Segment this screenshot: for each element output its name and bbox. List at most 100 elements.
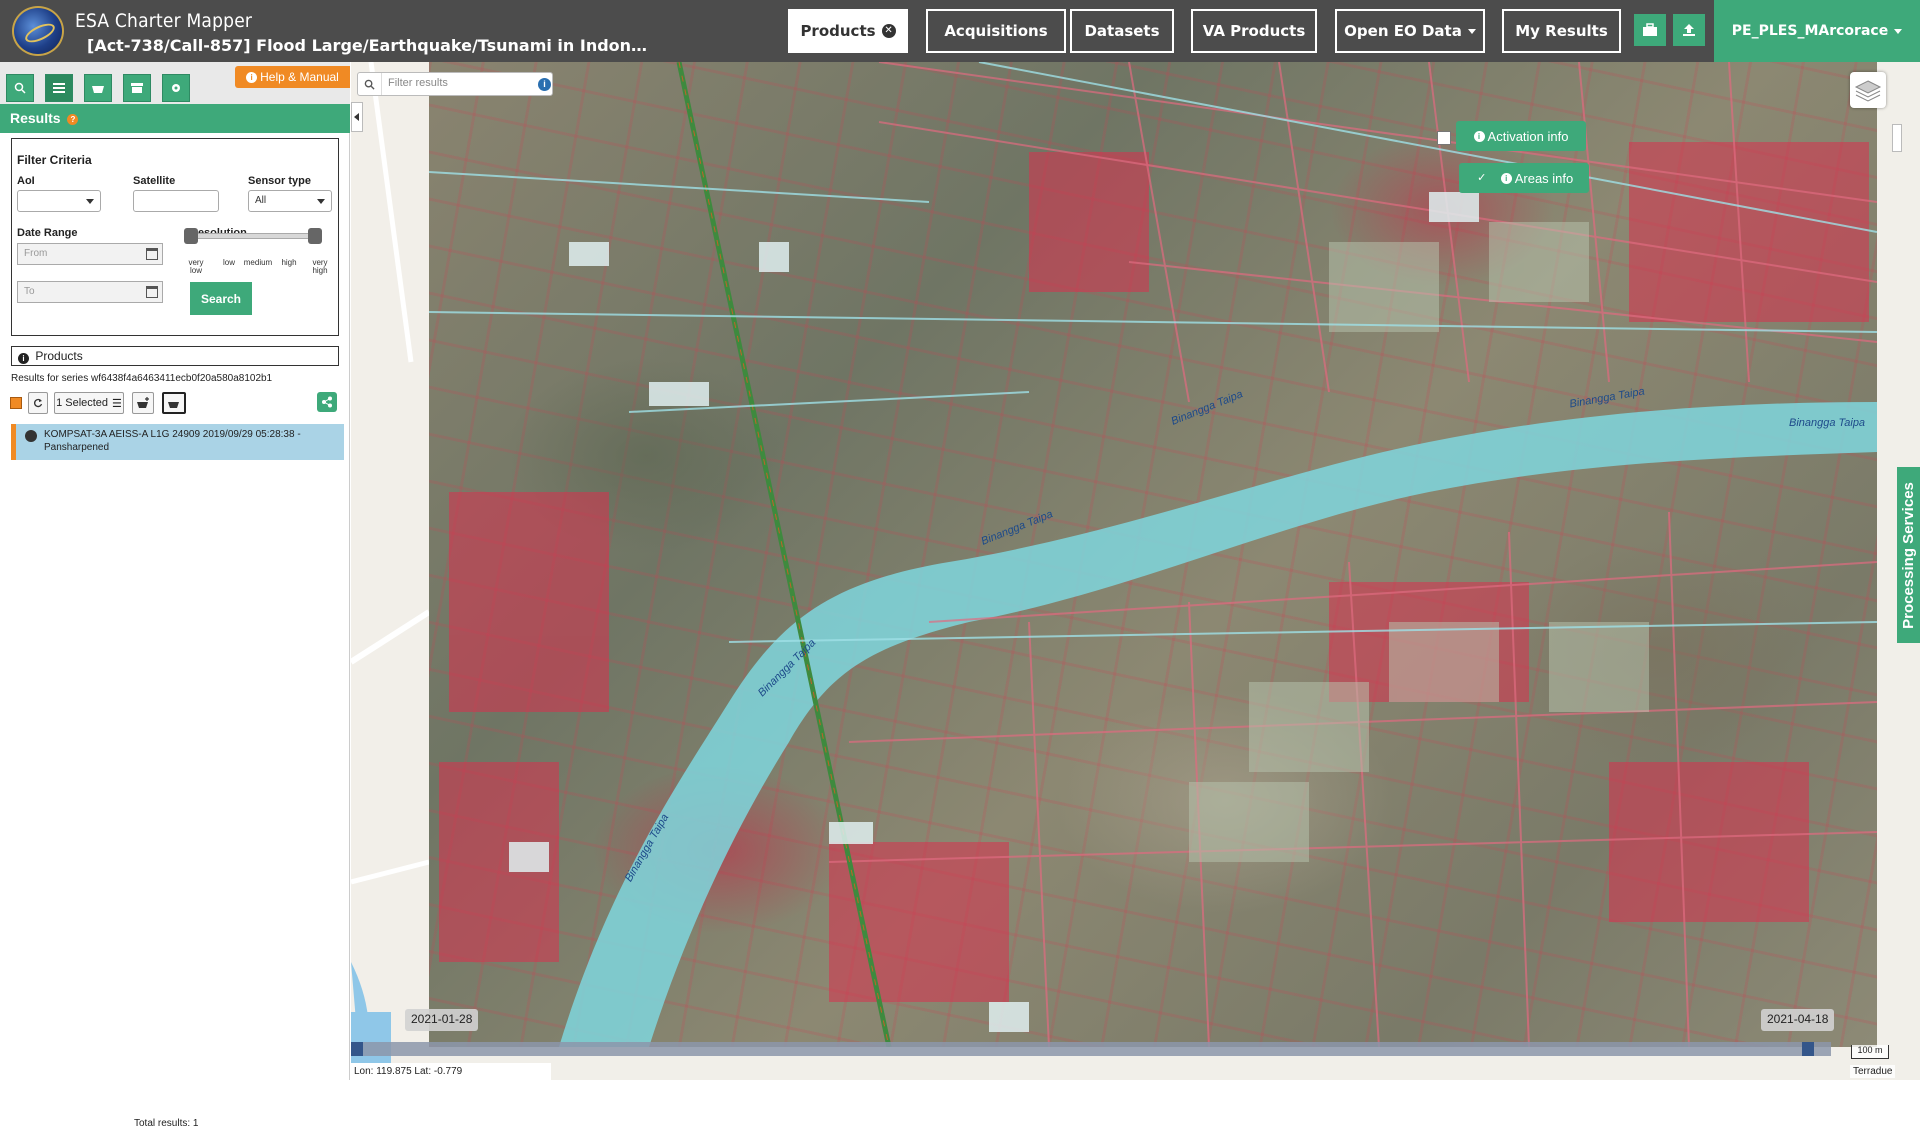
resolution-max-handle[interactable] [308,228,322,244]
nav-products[interactable]: Products ✕ [788,9,908,53]
nav-va-products-label: VA Products [1202,22,1306,40]
filter-title: Filter Criteria [17,153,92,167]
calendar-icon[interactable] [146,248,158,260]
search-tool-button[interactable] [6,74,34,102]
nav-my-results-label: My Results [1515,22,1608,40]
nav-acquisitions[interactable]: Acquisitions [926,9,1066,53]
road-label: Binangga Taipa [1789,417,1866,429]
info-icon: i [246,71,258,83]
search-icon[interactable] [358,73,382,95]
imagery-features [429,62,1877,1047]
basket-add-icon [137,397,149,408]
activation-title: [Act-738/Call-857] Flood Large/Earthquak… [87,36,657,55]
help-manual-button[interactable]: i Help & Manual [235,66,350,88]
map-attribution[interactable]: Terradue [1850,1065,1896,1078]
filter-results-input[interactable]: Filter results [388,77,448,89]
date-to-placeholder: To [24,286,35,297]
select-all-checkbox[interactable] [10,397,22,409]
resolution-tick-high: high [281,258,297,267]
resolution-min-handle[interactable] [184,228,198,244]
activation-info-button[interactable]: i Activation info [1456,121,1586,151]
info-icon: i [1473,130,1485,142]
selection-menu-button[interactable]: 1 Selected ☰ [54,392,124,414]
close-icon[interactable]: ✕ [881,24,896,38]
globe-icon [25,430,37,442]
share-icon [322,396,332,408]
archive-tool-button[interactable] [123,74,151,102]
gear-icon [172,84,180,92]
archive-icon [131,83,143,93]
activation-info-label: Activation info [1487,128,1569,144]
layers-button[interactable] [1850,72,1886,108]
user-name: PE_PLES_MArcorace [1731,23,1889,39]
chevron-down-icon [86,199,94,204]
processing-services-label: Processing Services [1900,481,1918,629]
resolution-tick-very-low: very low [188,258,204,275]
app-title: ESA Charter Mapper [75,10,253,32]
chevron-down-icon [317,199,325,204]
timeline-start-handle[interactable] [351,1042,363,1056]
total-results: Total results: 1 [134,1118,199,1129]
list-icon [53,83,65,93]
add-to-basket-button[interactable] [132,392,154,414]
list-item[interactable]: KOMPSAT-3A AEISS-A L1G 24909 2019/09/29 … [11,424,344,460]
basket-icon [92,86,104,93]
nav-my-results[interactable]: My Results [1502,9,1621,53]
collapse-right-panel-button[interactable] [1892,124,1902,152]
series-text: Results for series wf6438f4a6463411ecb0f… [11,373,273,384]
satellite-imagery: Binangga Taipa Binangga Taipa Binangga T… [429,62,1877,1047]
list-tool-button[interactable] [45,74,73,102]
check-icon[interactable]: ✓ [1474,171,1489,185]
filter-criteria-panel: Filter Criteria AoI Satellite Sensor typ… [11,138,339,336]
help-icon[interactable]: ? [67,113,79,125]
info-icon[interactable]: i [538,78,551,91]
activation-info-checkbox[interactable] [1437,131,1451,145]
share-button[interactable] [317,392,337,412]
timeline-end-handle[interactable] [1802,1042,1814,1056]
filter-results-field[interactable]: Filter results i [357,72,553,96]
aoi-select[interactable] [17,190,101,212]
basket-icon [168,402,179,408]
nav-acquisitions-label: Acquisitions [944,22,1048,40]
products-header: i Products [11,346,339,366]
help-manual-label: Help & Manual [260,70,339,84]
results-controls: 1 Selected ☰ [10,392,340,416]
nav-datasets-label: Datasets [1084,22,1160,40]
sidebar-toolbar: i Help & Manual [0,62,350,104]
refresh-icon [34,398,43,408]
refresh-button[interactable] [28,392,48,414]
sensor-type-select[interactable]: All [248,190,332,212]
esa-charter-logo[interactable] [12,6,64,56]
settings-tool-button[interactable] [162,74,190,102]
basket-tool-button[interactable] [84,74,112,102]
nav-datasets[interactable]: Datasets [1070,9,1174,53]
user-menu[interactable]: PE_PLES_MArcorace [1714,0,1920,62]
products-label: Products [35,349,83,363]
scale-bar: 100 m [1851,1045,1889,1059]
date-from-input[interactable]: From [17,243,163,265]
calendar-icon[interactable] [146,286,158,298]
collapse-sidebar-button[interactable] [351,102,363,132]
resolution-slider[interactable] [184,228,322,244]
upload-icon [1683,24,1695,36]
map-view[interactable]: Binangga Taipa Binangga Taipa Binangga T… [351,62,1920,1080]
timeline-slider[interactable] [351,1042,1831,1056]
processing-services-tab[interactable]: Processing Services [1897,467,1920,643]
nav-open-eo-data[interactable]: Open EO Data [1335,9,1485,53]
basket-button[interactable] [162,392,186,414]
selected-count: 1 Selected [56,397,109,409]
top-bar: ESA Charter Mapper [Act-738/Call-857] Fl… [0,0,1920,62]
briefcase-icon [1643,23,1657,36]
date-to-input[interactable]: To [17,281,163,303]
search-button[interactable]: Search [190,282,252,315]
nav-open-eo-data-label: Open EO Data [1344,22,1462,40]
search-icon [14,82,26,94]
nav-va-products[interactable]: VA Products [1191,9,1317,53]
briefcase-button[interactable] [1634,14,1666,46]
areas-info-button[interactable]: ✓ i Areas info [1459,163,1589,193]
sidebar: i Help & Manual Results ? Filter Criteri… [0,62,350,1129]
timeline-start-label: 2021-01-28 [405,1009,479,1031]
resolution-tick-very-high: very high [312,258,328,275]
upload-button[interactable] [1673,14,1705,46]
satellite-input[interactable] [133,190,219,212]
